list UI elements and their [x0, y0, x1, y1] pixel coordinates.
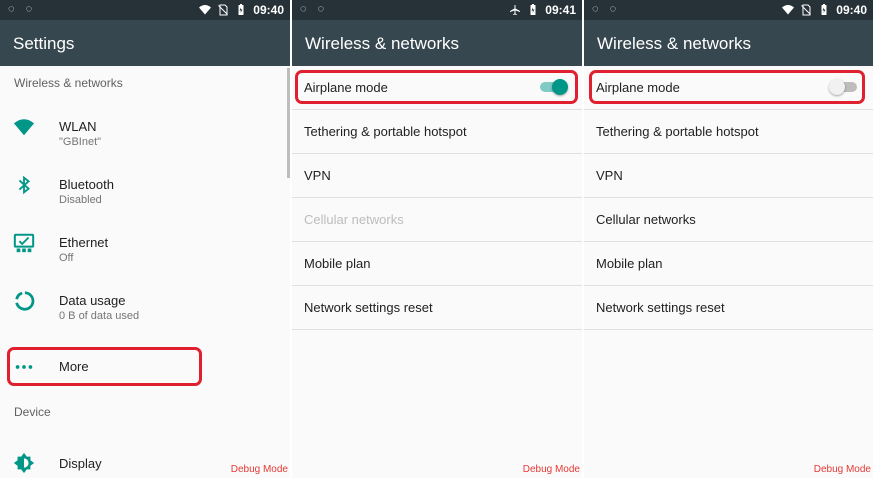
settings-item-summary: Off: [59, 252, 74, 264]
debug-mode-label: Debug Mode: [230, 464, 288, 475]
settings-item-summary: 0 B of data used: [59, 310, 140, 322]
page-title: Settings: [13, 34, 75, 53]
status-bar: ◌ ◌ 09:40: [0, 0, 290, 20]
list-item-label: VPN: [304, 168, 331, 183]
settings-item-title: Display: [59, 456, 102, 471]
airplane-icon: [510, 5, 521, 15]
list-item-label: Tethering & portable hotspot: [596, 124, 759, 139]
mobile-plan-row[interactable]: Mobile plan: [584, 242, 873, 286]
section-header-wireless: Wireless & networks: [14, 76, 123, 90]
wifi-icon: [782, 5, 795, 15]
settings-item-title: WLAN: [59, 119, 97, 134]
bluetooth-icon: [18, 175, 30, 195]
list-item-label: Airplane mode: [596, 80, 680, 95]
no-sim-icon: [801, 4, 812, 16]
wireless-networks-panel-on: ◌ ◌ 09:41 Wireless & networks Airplane m…: [292, 0, 582, 478]
settings-item-title: More: [59, 359, 89, 374]
settings-item-more[interactable]: More: [0, 337, 290, 397]
list-item-label: Mobile plan: [304, 256, 371, 271]
network-list: Airplane mode Tethering & portable hotsp…: [584, 66, 873, 478]
settings-item-title: Bluetooth: [59, 177, 114, 192]
battery-icon: [821, 4, 827, 15]
settings-item-summary: Disabled: [59, 194, 102, 206]
settings-list: Wireless & networks WLAN "GBInet" Blueto…: [0, 66, 290, 478]
settings-item-title: Data usage: [59, 293, 126, 308]
tethering-hotspot-row[interactable]: Tethering & portable hotspot: [292, 110, 582, 154]
no-sim-icon: [218, 4, 229, 16]
settings-item-summary: "GBInet": [59, 136, 102, 148]
app-bar: Wireless & networks: [292, 20, 582, 66]
vpn-row[interactable]: VPN: [292, 154, 582, 198]
wifi-icon: [199, 5, 212, 15]
list-item-label: VPN: [596, 168, 623, 183]
airplane-mode-toggle[interactable]: [538, 78, 568, 96]
list-item-label: Network settings reset: [596, 300, 725, 315]
section-header-device: Device: [14, 405, 51, 419]
notification-icons: ◌ ◌: [8, 3, 37, 15]
cellular-networks-row[interactable]: Cellular networks: [584, 198, 873, 242]
settings-item-data-usage[interactable]: Data usage 0 B of data used: [0, 272, 290, 330]
list-item-label: Mobile plan: [596, 256, 663, 271]
airplane-mode-toggle[interactable]: [829, 78, 859, 96]
airplane-mode-row[interactable]: Airplane mode: [292, 66, 582, 110]
battery-icon: [530, 4, 536, 15]
display-icon: [13, 452, 35, 474]
network-settings-reset-row[interactable]: Network settings reset: [292, 286, 582, 330]
status-time: 09:41: [545, 3, 576, 17]
data-usage-icon: [15, 291, 35, 311]
debug-mode-label: Debug Mode: [813, 464, 871, 475]
list-item-label: Network settings reset: [304, 300, 433, 315]
page-title: Wireless & networks: [305, 34, 459, 53]
settings-panel: ◌ ◌ 09:40 Settings Wireless & networks W…: [0, 0, 290, 478]
settings-item-wlan[interactable]: WLAN "GBInet": [0, 98, 290, 156]
app-bar: Settings: [0, 20, 290, 66]
ethernet-icon: [13, 233, 35, 253]
network-list: Airplane mode Tethering & portable hotsp…: [292, 66, 582, 478]
wifi-icon: [13, 119, 35, 136]
vpn-row[interactable]: VPN: [584, 154, 873, 198]
page-title: Wireless & networks: [597, 34, 751, 53]
battery-icon: [238, 4, 244, 15]
tethering-hotspot-row[interactable]: Tethering & portable hotspot: [584, 110, 873, 154]
mobile-plan-row[interactable]: Mobile plan: [292, 242, 582, 286]
notification-icons: ◌ ◌: [300, 3, 329, 15]
status-bar: ◌ ◌ 09:41: [292, 0, 582, 20]
notification-icons: ◌ ◌: [592, 3, 621, 15]
debug-mode-label: Debug Mode: [522, 464, 580, 475]
status-time: 09:40: [836, 3, 867, 17]
list-item-label: Tethering & portable hotspot: [304, 124, 467, 139]
airplane-mode-row[interactable]: Airplane mode: [584, 66, 873, 110]
more-icon: [15, 365, 33, 369]
status-time: 09:40: [253, 3, 284, 17]
list-item-label: Cellular networks: [596, 212, 696, 227]
scrollbar[interactable]: [287, 68, 290, 178]
cellular-networks-row: Cellular networks: [292, 198, 582, 242]
list-item-label: Cellular networks: [304, 212, 404, 227]
settings-item-ethernet[interactable]: Ethernet Off: [0, 214, 290, 272]
network-settings-reset-row[interactable]: Network settings reset: [584, 286, 873, 330]
status-bar: ◌ ◌ 09:40: [584, 0, 873, 20]
list-item-label: Airplane mode: [304, 80, 388, 95]
wireless-networks-panel-off: ◌ ◌ 09:40 Wireless & networks Airplane m…: [584, 0, 873, 478]
settings-item-bluetooth[interactable]: Bluetooth Disabled: [0, 156, 290, 214]
settings-item-title: Ethernet: [59, 235, 109, 250]
app-bar: Wireless & networks: [584, 20, 873, 66]
